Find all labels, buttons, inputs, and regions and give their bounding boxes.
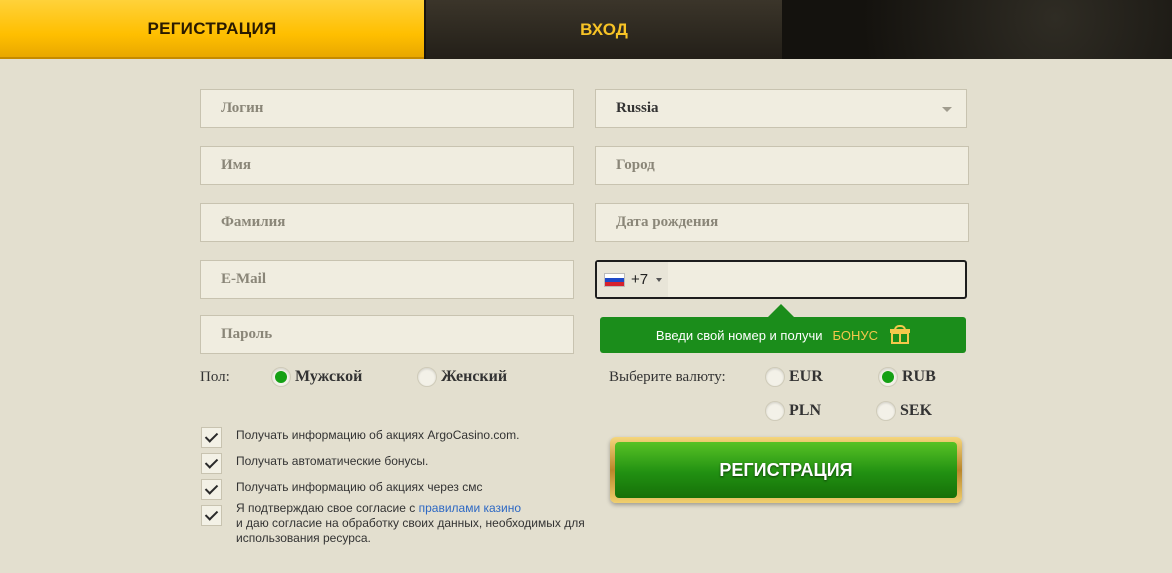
currency-sek-label: SEK [900, 402, 933, 419]
phone-bonus-tooltip: Введи свой номер и получи БОНУС [600, 304, 966, 353]
tab-login-label: ВХОД [580, 19, 628, 39]
agree-line-2: и даю согласие на обработку своих данных… [236, 516, 585, 530]
radio-checked-icon [878, 367, 898, 387]
submit-button-frame: РЕГИСТРАЦИЯ [610, 437, 962, 503]
city-field[interactable] [595, 146, 969, 185]
gender-male-radio[interactable]: Мужской [271, 367, 362, 387]
currency-label: Выберите валюту: [609, 369, 726, 385]
agree-checkbox-label: Я подтверждаю свое согласие с правилами … [236, 501, 585, 546]
password-field[interactable] [200, 315, 574, 354]
phone-country-dropdown[interactable]: +7 [597, 262, 668, 297]
gift-icon [890, 325, 911, 345]
phone-code: +7 [631, 271, 649, 288]
country-select[interactable]: Russia [595, 89, 967, 128]
agree-line-3: использования ресурса. [236, 531, 371, 545]
auto-bonus-checkbox[interactable] [201, 453, 222, 474]
agree-prefix: Я подтверждаю свое согласие с [236, 501, 419, 515]
bonus-highlight: БОНУС [832, 327, 879, 343]
currency-eur-label: EUR [789, 368, 823, 385]
promo-checkbox[interactable] [201, 427, 222, 448]
sms-checkbox[interactable] [201, 479, 222, 500]
tab-register[interactable]: РЕГИСТРАЦИЯ [0, 0, 424, 59]
currency-pln-radio[interactable]: PLN [765, 401, 821, 421]
radio-checked-icon [271, 367, 291, 387]
radio-unchecked-icon [765, 367, 785, 387]
radio-unchecked-icon [417, 367, 437, 387]
bonus-text: Введи свой номер и получи [655, 327, 823, 343]
name-field[interactable] [200, 146, 574, 185]
email-field[interactable] [200, 260, 574, 299]
casino-rules-link[interactable]: правилами казино [419, 501, 521, 515]
birthdate-input[interactable] [616, 214, 968, 231]
currency-rub-radio[interactable]: RUB [878, 367, 936, 387]
gender-label: Пол: [200, 369, 230, 385]
promo-checkbox-label: Получать информацию об акциях ArgoCasino… [236, 428, 520, 442]
name-input[interactable] [221, 157, 573, 174]
tab-register-label: РЕГИСТРАЦИЯ [147, 18, 277, 38]
birthdate-field[interactable] [595, 203, 969, 242]
agree-checkbox[interactable] [201, 505, 222, 526]
currency-eur-radio[interactable]: EUR [765, 367, 823, 387]
login-input[interactable] [221, 100, 573, 117]
russia-flag-icon [604, 272, 625, 287]
city-input[interactable] [616, 157, 968, 174]
login-field[interactable] [200, 89, 574, 128]
auth-tabs: РЕГИСТРАЦИЯ ВХОД [0, 0, 1172, 59]
chevron-down-icon [942, 107, 952, 112]
register-submit-button[interactable]: РЕГИСТРАЦИЯ [615, 442, 957, 498]
currency-pln-label: PLN [789, 402, 821, 419]
gender-female-radio[interactable]: Женский [417, 367, 507, 387]
phone-input[interactable] [668, 262, 965, 297]
tabs-background [782, 0, 1172, 59]
email-input[interactable] [221, 271, 573, 288]
gender-male-label: Мужской [295, 368, 363, 385]
currency-rub-label: RUB [902, 368, 936, 385]
phone-field: +7 [595, 260, 967, 299]
caret-down-icon [656, 277, 663, 282]
tab-login[interactable]: ВХОД [424, 0, 782, 59]
gender-female-label: Женский [441, 368, 508, 385]
country-select-value: Russia [616, 100, 659, 116]
surname-input[interactable] [221, 214, 573, 231]
radio-unchecked-icon [765, 401, 785, 421]
radio-unchecked-icon [876, 401, 896, 421]
surname-field[interactable] [200, 203, 574, 242]
currency-sek-radio[interactable]: SEK [876, 401, 932, 421]
auto-bonus-checkbox-label: Получать автоматические бонусы. [236, 454, 429, 468]
sms-checkbox-label: Получать информацию об акциях через смс [236, 480, 483, 494]
password-input[interactable] [221, 326, 573, 343]
